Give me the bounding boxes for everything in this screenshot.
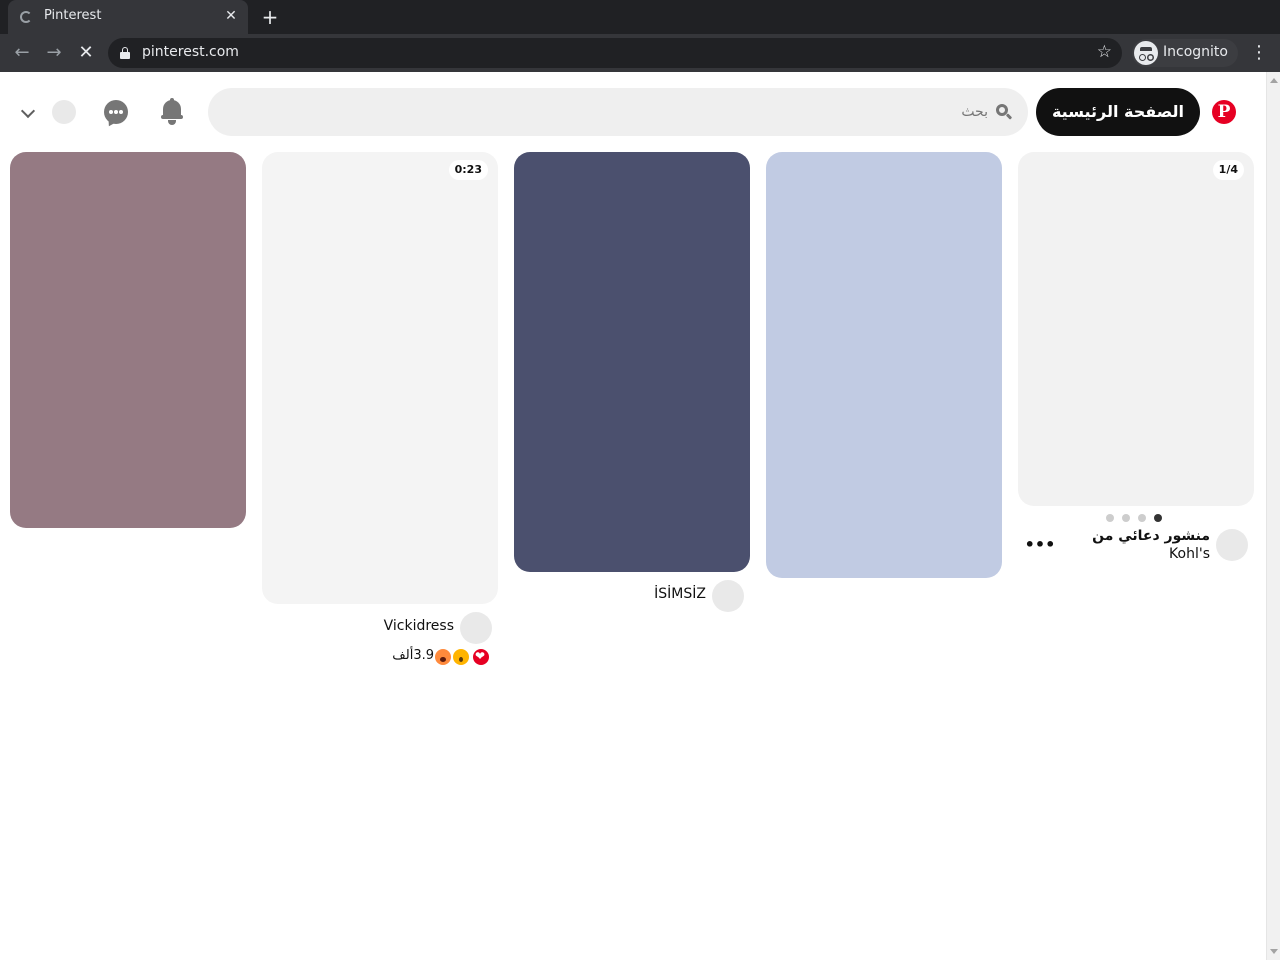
reactions-summary[interactable]: 3.9ألف (384, 647, 494, 667)
browser-toolbar: ← → ✕ pinterest.com ☆ Incognito ⋮ (0, 34, 1280, 72)
pin-user-name[interactable]: Vickidress (384, 618, 454, 634)
browser-tab-strip: Pinterest ✕ + (0, 0, 1280, 34)
incognito-icon (1134, 41, 1158, 65)
new-tab-button[interactable]: + (258, 5, 282, 29)
pin-avatar[interactable] (712, 580, 744, 612)
pin-image[interactable] (766, 152, 1002, 578)
pin-image[interactable] (514, 152, 750, 572)
surprised-reaction-icon (435, 649, 451, 665)
promoted-label: منشور دعائي من (1092, 528, 1210, 544)
scroll-up-arrow-icon[interactable] (1270, 78, 1278, 83)
carousel-count-badge: 1/4 (1212, 160, 1244, 180)
carousel-dot-active[interactable] (1154, 514, 1162, 522)
close-tab-icon[interactable]: ✕ (222, 7, 240, 25)
pin-image-promoted[interactable]: 1/4 (1018, 152, 1254, 506)
profile-avatar[interactable] (52, 100, 76, 124)
bookmark-star-icon[interactable]: ☆ (1097, 42, 1112, 62)
address-bar[interactable]: pinterest.com ☆ (108, 38, 1122, 68)
carousel-dot[interactable] (1122, 514, 1130, 522)
advertiser-name[interactable]: Kohl's (1169, 546, 1210, 562)
pin-image[interactable] (10, 152, 246, 528)
pinterest-page: P الصفحة الرئيسية 1/4 منشور دعائي من Koh… (0, 72, 1266, 960)
incognito-label: Incognito (1163, 44, 1228, 60)
back-arrow-icon[interactable]: ← (10, 41, 34, 65)
page-scrollbar[interactable] (1266, 72, 1280, 960)
home-button[interactable]: الصفحة الرئيسية (1036, 88, 1200, 136)
search-icon (996, 104, 1013, 120)
loading-spinner-icon (20, 11, 32, 23)
carousel-dots[interactable] (1106, 514, 1166, 522)
notifications-bell-icon[interactable] (160, 98, 184, 126)
browser-tab[interactable]: Pinterest ✕ (8, 0, 248, 34)
search-bar[interactable] (208, 88, 1028, 136)
chevron-down-icon[interactable] (20, 104, 36, 120)
messages-chat-icon[interactable] (104, 100, 128, 124)
pin-avatar[interactable] (460, 612, 492, 644)
reaction-count: 3.9ألف (392, 648, 434, 663)
pinterest-logo-icon[interactable]: P (1212, 100, 1236, 124)
stop-loading-icon[interactable]: ✕ (74, 41, 98, 65)
url-text[interactable]: pinterest.com (142, 44, 239, 60)
pin-avatar[interactable] (1216, 529, 1248, 561)
lock-icon[interactable] (120, 47, 130, 59)
carousel-dot[interactable] (1106, 514, 1114, 522)
scroll-down-arrow-icon[interactable] (1270, 949, 1278, 954)
more-options-button[interactable]: ••• (1024, 537, 1056, 558)
tab-title: Pinterest (44, 8, 102, 23)
video-duration-badge: 0:23 (448, 160, 488, 180)
pin-user-name[interactable]: İSİMSİZ (654, 586, 706, 602)
search-input[interactable] (488, 101, 988, 123)
forward-arrow-icon[interactable]: → (42, 41, 66, 65)
incognito-indicator[interactable]: Incognito (1132, 39, 1238, 67)
wow-reaction-icon (453, 649, 469, 665)
browser-menu-icon[interactable]: ⋮ (1250, 41, 1268, 65)
heart-reaction-icon (473, 648, 489, 665)
carousel-dot[interactable] (1138, 514, 1146, 522)
pin-video[interactable]: 0:23 (262, 152, 498, 604)
